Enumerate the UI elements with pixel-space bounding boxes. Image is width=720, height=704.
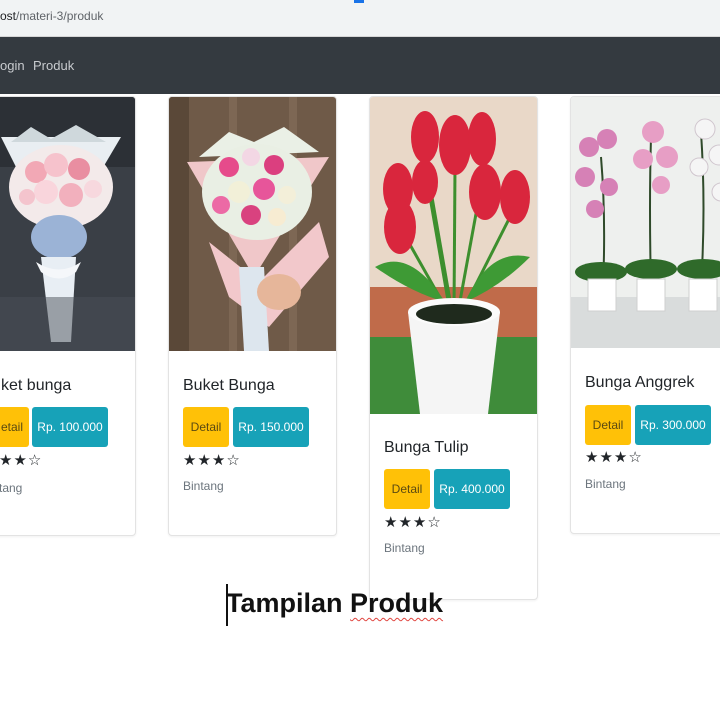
nav-link-produk[interactable]: Produk — [33, 58, 74, 73]
rating-stars: ★★☆ — [0, 452, 43, 469]
product-card: Bunga Anggrek Detail Rp. 300.000 ★★★☆ Bi… — [570, 96, 720, 534]
product-title: Bunga Tulip — [384, 439, 469, 456]
url-text[interactable]: ost/materi-3/produk — [0, 9, 103, 23]
product-card: ket bunga etail Rp. 100.000 ★★☆ tang — [0, 96, 136, 536]
detail-button[interactable]: Detail — [183, 407, 229, 447]
rating-label: Bintang — [384, 541, 425, 555]
rating-label: tang — [0, 481, 23, 495]
caption-word: Produk — [350, 588, 444, 618]
caption-prefix: Tampilan — [226, 588, 351, 618]
detail-button[interactable]: Detail — [384, 469, 430, 509]
url-path: /materi-3/produk — [16, 9, 104, 23]
rating-stars: ★★★☆ — [585, 449, 643, 466]
nav-link-login[interactable]: ogin — [0, 58, 25, 73]
product-image-tulip[interactable] — [370, 97, 537, 414]
rating-stars: ★★★☆ — [183, 452, 241, 469]
detail-button[interactable]: etail — [0, 407, 29, 447]
url-host: ost — [0, 9, 17, 23]
browser-address-bar[interactable]: ost/materi-3/produk — [0, 0, 720, 37]
text-cursor — [226, 584, 228, 626]
product-title: ket bunga — [1, 377, 72, 394]
price-button[interactable]: Rp. 300.000 — [635, 405, 711, 445]
product-image-buket-putih[interactable] — [0, 97, 135, 351]
product-title: Buket Bunga — [183, 377, 275, 394]
detail-button[interactable]: Detail — [585, 405, 631, 445]
navbar: ogin Produk — [0, 37, 720, 94]
product-image-buket-pink[interactable] — [169, 97, 336, 351]
price-button[interactable]: Rp. 150.000 — [233, 407, 309, 447]
price-button[interactable]: Rp. 100.000 — [32, 407, 108, 447]
rating-stars: ★★★☆ — [384, 514, 442, 531]
rating-label: Bintang — [183, 479, 224, 493]
price-button[interactable]: Rp. 400.000 — [434, 469, 510, 509]
rating-label: Bintang — [585, 477, 626, 491]
product-card: Bunga Tulip Detail Rp. 400.000 ★★★☆ Bint… — [369, 96, 538, 600]
product-image-anggrek[interactable] — [571, 97, 720, 348]
product-title: Bunga Anggrek — [585, 374, 695, 391]
caption-text: Tampilan Produk — [226, 584, 444, 626]
tab-indicator — [354, 0, 364, 3]
product-card: Buket Bunga Detail Rp. 150.000 ★★★☆ Bint… — [168, 96, 337, 536]
